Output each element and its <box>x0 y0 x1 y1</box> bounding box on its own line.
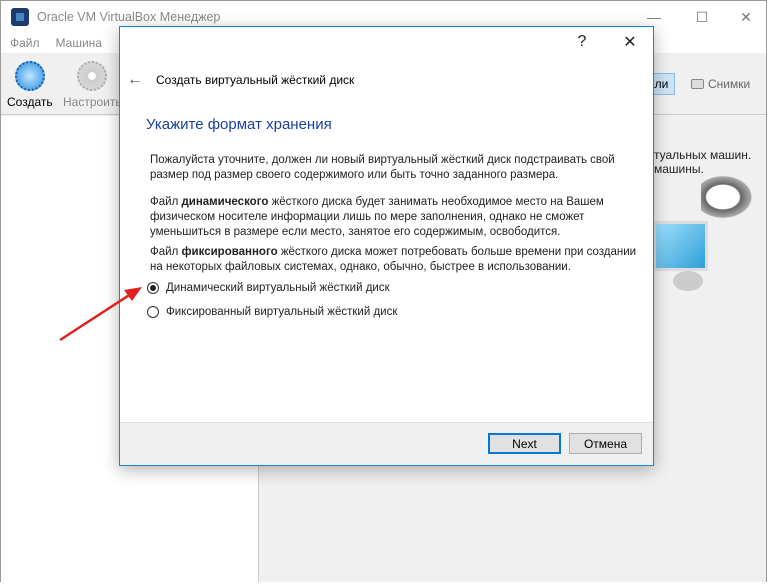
radio-checked-icon[interactable] <box>147 282 159 294</box>
fixed-description: Файл фиксированного жёсткого диска может… <box>150 246 637 273</box>
welcome-text-2: машины. <box>654 162 704 176</box>
next-button[interactable]: Next <box>488 433 561 454</box>
snapshots-label: Снимки <box>708 77 751 91</box>
radio-dynamic[interactable]: Динамический виртуальный жёсткий диск <box>147 282 390 294</box>
maximize-button[interactable]: ☐ <box>679 1 725 33</box>
dialog-title: Создать виртуальный жёсткий диск <box>156 73 355 87</box>
menu-file[interactable]: Файл <box>10 36 40 50</box>
welcome-text-1: туальных машин. <box>654 148 752 162</box>
intro-text: Пожалуйста уточните, должен ли новый вир… <box>150 154 615 181</box>
page-heading: Укажите формат хранения <box>146 116 332 133</box>
tab-snapshots[interactable]: Снимки <box>685 73 756 95</box>
cancel-button[interactable]: Отмена <box>569 433 642 454</box>
camera-icon <box>691 79 704 89</box>
settings-label: Настроить <box>63 95 122 109</box>
settings-button[interactable]: Настроить <box>63 61 122 109</box>
radio-dynamic-label: Динамический виртуальный жёсткий диск <box>166 282 390 294</box>
dialog-close-button[interactable]: ✕ <box>608 27 652 57</box>
help-button[interactable]: ? <box>560 27 604 57</box>
dynamic-description: Файл динамического жёсткого диска будет … <box>150 196 604 238</box>
virtualbox-logo-icon <box>11 8 29 26</box>
menu-machine[interactable]: Машина <box>56 36 102 50</box>
radio-unchecked-icon[interactable] <box>147 306 159 318</box>
radio-fixed[interactable]: Фиксированный виртуальный жёсткий диск <box>147 306 397 318</box>
window-title: Oracle VM VirtualBox Менеджер <box>37 10 221 24</box>
gear-icon <box>77 61 108 91</box>
create-icon <box>14 61 45 91</box>
create-virtual-disk-dialog: ? ✕ ← Создать виртуальный жёсткий диск У… <box>119 26 654 466</box>
create-button[interactable]: Создать <box>7 61 53 109</box>
create-label: Создать <box>7 95 53 109</box>
close-button[interactable]: ✕ <box>723 1 769 33</box>
back-arrow-icon[interactable]: ← <box>127 71 143 89</box>
radio-fixed-label: Фиксированный виртуальный жёсткий диск <box>166 306 398 318</box>
dialog-footer: Next Отмена <box>120 422 653 465</box>
penguin-image <box>701 173 756 221</box>
